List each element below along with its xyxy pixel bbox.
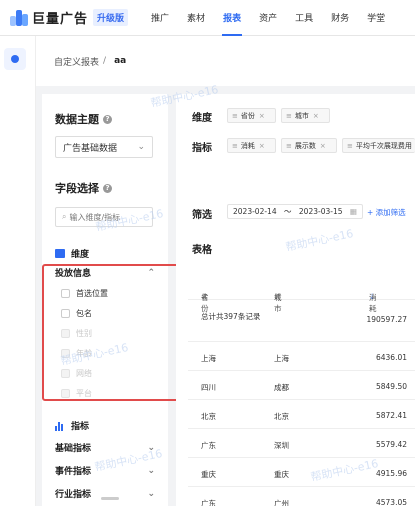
metric-header: 指标 [55, 419, 89, 432]
highlight-box [42, 264, 181, 401]
metric-group[interactable]: 行业指标 ⌄ [55, 487, 155, 501]
brand-name: 巨量广告 [32, 12, 89, 27]
drag-handle-icon[interactable]: ≡ [232, 112, 238, 120]
drag-handle-icon[interactable]: ≡ [232, 142, 238, 150]
breadcrumb-current: aa [114, 56, 127, 66]
nav-report[interactable]: 报表 [214, 0, 250, 36]
close-icon[interactable]: × [259, 142, 265, 150]
table-row[interactable]: 广东 深圳 5579.42 [188, 429, 415, 458]
table-row[interactable]: 广东 广州 4573.05 [188, 487, 415, 506]
nav-assets[interactable]: 资产 [250, 0, 286, 36]
data-subject-title: 数据主题? [55, 111, 112, 127]
logo-icon [10, 9, 28, 26]
field-search[interactable]: ⌕ [55, 207, 153, 227]
drag-handle-icon[interactable]: ≡ [286, 112, 292, 120]
breadcrumb-parent[interactable]: 自定义报表 [54, 55, 99, 68]
report-panel: 维度 ≡ 省份 × ≡ 城市 × 指标 ≡ 消耗 × ≡ 展示数 × ≡ 平均千次展现费用 筛选 … [176, 94, 415, 506]
custom-report-icon[interactable] [4, 48, 26, 70]
close-icon[interactable]: × [259, 112, 265, 120]
drag-handle-icon[interactable]: ≡ [347, 142, 353, 150]
table-title: 表格 [192, 245, 212, 256]
table-row[interactable]: 重庆 重庆 4915.96 [188, 458, 415, 487]
close-icon[interactable]: × [320, 142, 326, 150]
nav-promote[interactable]: 推广 [142, 0, 178, 36]
chevron-down-icon: ⌄ [137, 142, 145, 152]
nav-academy[interactable]: 学堂 [358, 0, 394, 36]
nav-material[interactable]: 素材 [178, 0, 214, 36]
help-icon[interactable]: ? [103, 114, 112, 124]
dimension-header: 维度 [55, 247, 89, 260]
close-icon[interactable]: × [313, 112, 319, 120]
table-row[interactable]: 上海 上海 6436.01 [188, 342, 415, 371]
main-nav: 推广 素材 报表 资产 工具 财务 学堂 [142, 0, 394, 36]
breadcrumb: 自定义报表 / aa [36, 36, 415, 86]
main-area: 自定义报表 / aa 数据主题? 广告基础数据 ⌄ 字段选择? ⌕ 维度 投放信… [36, 36, 415, 506]
chart-icon [55, 249, 65, 258]
table-total-row: 总计共397条记录 190597.27 [188, 300, 415, 342]
help-icon[interactable]: ? [103, 183, 112, 193]
chevron-down-icon: ⌄ [147, 465, 155, 476]
chevron-down-icon: ⌄ [147, 442, 155, 453]
drag-handle-icon[interactable]: ≡ [286, 142, 292, 150]
metric-group[interactable]: 基础指标 ⌄ [55, 441, 155, 455]
search-icon: ⌕ [62, 212, 67, 221]
dimension-label: 维度 [192, 113, 212, 124]
metric-group[interactable]: 事件指标 ⌄ [55, 464, 155, 478]
table-row[interactable]: 四川 成都 5849.50 [188, 371, 415, 400]
metric-tag[interactable]: ≡ 消耗 × [227, 138, 276, 153]
bar-chart-icon [55, 421, 65, 431]
dimension-tag[interactable]: ≡ 省份 × [227, 108, 276, 123]
add-filter-button[interactable]: + 添加筛选 [367, 207, 406, 218]
nav-tools[interactable]: 工具 [286, 0, 322, 36]
logo[interactable]: 巨量广告 升级版 [10, 8, 129, 27]
dimension-tag[interactable]: ≡ 城市 × [281, 108, 330, 123]
report-table: 省份 ⇵ 城市 ⇵ ↓ 消耗 总计共397条记录 190597.27 上海 上海 6… [188, 264, 415, 506]
breadcrumb-separator: / [103, 56, 107, 66]
table-header: 省份 ⇵ 城市 ⇵ ↓ 消耗 [188, 264, 415, 313]
metric-label: 指标 [192, 143, 212, 154]
data-subject-select[interactable]: 广告基础数据 ⌄ [55, 136, 153, 158]
field-select-title: 字段选择? [55, 180, 112, 196]
metric-tag[interactable]: ≡ 平均千次展现费用 [342, 138, 415, 153]
filter-label: 筛选 [192, 210, 212, 221]
edition-badge: 升级版 [93, 9, 129, 26]
field-search-input[interactable] [69, 212, 144, 222]
side-rail [0, 36, 36, 506]
top-bar: 巨量广告 升级版 推广 素材 报表 资产 工具 财务 学堂 [0, 0, 415, 36]
date-range-picker[interactable]: 2023-02-14 ～ 2023-03-15 ▦ [227, 204, 363, 219]
calendar-icon: ▦ [349, 207, 357, 216]
table-row[interactable]: 北京 北京 5872.41 [188, 400, 415, 429]
metric-tag[interactable]: ≡ 展示数 × [281, 138, 337, 153]
nav-finance[interactable]: 财务 [322, 0, 358, 36]
chevron-down-icon: ⌄ [147, 488, 155, 499]
